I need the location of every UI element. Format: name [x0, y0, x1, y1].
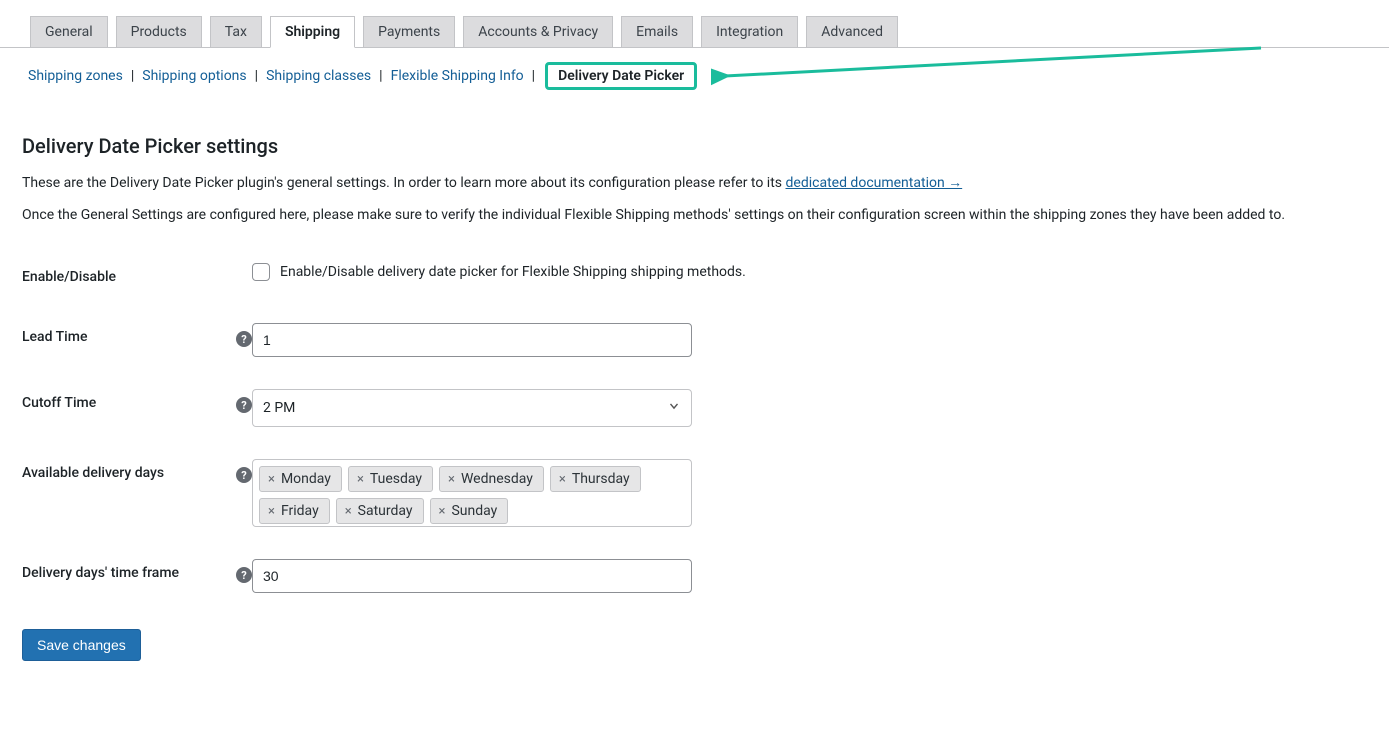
chip-saturday[interactable]: × Saturday — [336, 498, 424, 524]
enable-checkbox-label: Enable/Disable delivery date picker for … — [280, 264, 746, 280]
label-lead-time: Lead Time ? — [22, 307, 252, 373]
tab-label: Emails — [636, 24, 678, 40]
label-cutoff-time: Cutoff Time ? — [22, 373, 252, 443]
chip-label: Thursday — [572, 471, 630, 487]
tab-tax[interactable]: Tax — [210, 16, 262, 48]
enable-checkbox[interactable] — [252, 263, 270, 281]
help-icon[interactable]: ? — [236, 567, 252, 583]
chip-thursday[interactable]: × Thursday — [550, 466, 641, 492]
label-time-frame: Delivery days' time frame ? — [22, 543, 252, 609]
help-icon[interactable]: ? — [236, 331, 252, 347]
separator: | — [375, 68, 386, 84]
lead-time-input[interactable] — [252, 323, 692, 357]
intro-text: These are the Delivery Date Picker plugi… — [22, 175, 786, 191]
docs-link[interactable]: dedicated documentation → — [786, 175, 963, 191]
row-available-days: Available delivery days ? × Monday × Tuesd… — [22, 443, 1367, 543]
tab-label: Tax — [225, 24, 247, 40]
tab-emails[interactable]: Emails — [621, 16, 693, 48]
chip-wednesday[interactable]: × Wednesday — [439, 466, 544, 492]
separator: | — [251, 68, 262, 84]
label-available-days: Available delivery days ? — [22, 443, 252, 543]
subtab-shipping-zones[interactable]: Shipping zones — [24, 68, 127, 84]
separator: | — [528, 68, 539, 84]
remove-icon[interactable]: × — [357, 472, 364, 487]
subtab-delivery-date-picker[interactable]: Delivery Date Picker — [545, 62, 697, 90]
label-text: Lead Time — [22, 329, 87, 345]
tab-payments[interactable]: Payments — [363, 16, 455, 48]
tab-general[interactable]: General — [30, 16, 108, 48]
subtab-shipping-options[interactable]: Shipping options — [138, 68, 250, 84]
remove-icon[interactable]: × — [345, 504, 352, 519]
remove-icon[interactable]: × — [268, 472, 275, 487]
chevron-down-icon — [667, 399, 681, 417]
save-button[interactable]: Save changes — [22, 629, 141, 661]
remove-icon[interactable]: × — [559, 472, 566, 487]
chip-label: Tuesday — [370, 471, 422, 487]
chip-friday[interactable]: × Friday — [259, 498, 330, 524]
row-time-frame: Delivery days' time frame ? — [22, 543, 1367, 609]
row-lead-time: Lead Time ? — [22, 307, 1367, 373]
help-icon[interactable]: ? — [236, 467, 252, 483]
annotation-arrow-wrap — [697, 62, 1389, 90]
tab-label: Advanced — [821, 24, 883, 40]
tab-shipping[interactable]: Shipping — [270, 16, 355, 48]
subtab-flexible-shipping-info[interactable]: Flexible Shipping Info — [387, 68, 528, 84]
intro-paragraph: These are the Delivery Date Picker plugi… — [22, 174, 1367, 191]
content: Delivery Date Picker settings These are … — [0, 90, 1389, 661]
subtab-shipping-classes[interactable]: Shipping classes — [262, 68, 375, 84]
chip-monday[interactable]: × Monday — [259, 466, 342, 492]
cutoff-time-select[interactable]: 2 PM — [252, 389, 692, 427]
arrow-icon — [711, 40, 1271, 100]
enable-field: Enable/Disable delivery date picker for … — [252, 263, 1357, 281]
time-frame-input[interactable] — [252, 559, 692, 593]
chip-label: Monday — [281, 471, 331, 487]
page-title: Delivery Date Picker settings — [22, 134, 1367, 158]
label-text: Enable/Disable — [22, 269, 116, 285]
row-enable: Enable/Disable Enable/Disable delivery d… — [22, 247, 1367, 307]
row-cutoff-time: Cutoff Time ? 2 PM — [22, 373, 1367, 443]
chip-sunday[interactable]: × Sunday — [430, 498, 509, 524]
tab-label: Products — [131, 24, 187, 40]
separator: | — [127, 68, 138, 84]
tab-label: Accounts & Privacy — [478, 24, 598, 40]
label-enable: Enable/Disable — [22, 247, 252, 307]
settings-form: Enable/Disable Enable/Disable delivery d… — [22, 247, 1367, 609]
tab-label: General — [45, 24, 93, 40]
label-text: Available delivery days — [22, 465, 164, 481]
remove-icon[interactable]: × — [448, 472, 455, 487]
sub-tabs: Shipping zones | Shipping options | Ship… — [0, 48, 1389, 90]
tab-label: Integration — [716, 24, 783, 40]
note-paragraph: Once the General Settings are configured… — [22, 207, 1367, 223]
tab-products[interactable]: Products — [116, 16, 202, 48]
chip-label: Sunday — [451, 503, 497, 519]
chip-label: Wednesday — [461, 471, 533, 487]
settings-page: General Products Tax Shipping Payments A… — [0, 0, 1389, 741]
tab-accounts-privacy[interactable]: Accounts & Privacy — [463, 16, 613, 48]
remove-icon[interactable]: × — [268, 504, 275, 519]
chip-label: Saturday — [358, 503, 413, 519]
label-text: Delivery days' time frame — [22, 565, 179, 581]
select-value: 2 PM — [263, 400, 295, 416]
chip-tuesday[interactable]: × Tuesday — [348, 466, 433, 492]
tab-label: Payments — [378, 24, 440, 40]
label-text: Cutoff Time — [22, 395, 96, 411]
help-icon[interactable]: ? — [236, 397, 252, 413]
tab-label: Shipping — [285, 24, 340, 40]
available-days-multiselect[interactable]: × Monday × Tuesday × Wednesday × Thursday × F… — [252, 459, 692, 527]
chip-label: Friday — [281, 503, 319, 519]
remove-icon[interactable]: × — [439, 504, 446, 519]
